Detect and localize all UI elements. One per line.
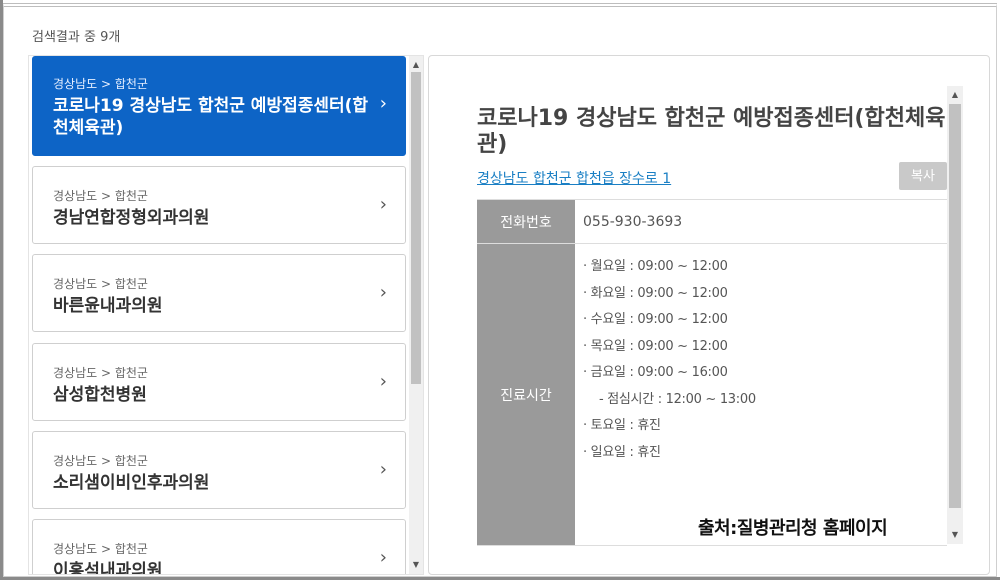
hours-line: · 토요일 : 휴진 — [583, 418, 661, 433]
hours-label: 진료시간 — [477, 244, 575, 545]
list-item-name: 코로나19 경상남도 합천군 예방접종센터(합천체육관) — [53, 96, 369, 138]
list-item-region: 경상남도 > 합천군 — [53, 277, 148, 291]
list-item-region: 경상남도 > 합천군 — [53, 189, 148, 203]
list-item[interactable]: 경상남도 > 합천군 경남연합정형외과의원 › — [32, 166, 406, 244]
scroll-down-arrow-icon[interactable]: ▼ — [409, 558, 423, 572]
list-item-name: 소리샘이비인후과의원 — [53, 473, 210, 493]
list-scrollbar-thumb[interactable] — [411, 72, 421, 384]
list-item-region: 경상남도 > 합천군 — [53, 454, 148, 468]
hours-line: · 금요일 : 09:00 ~ 16:00 — [583, 365, 728, 380]
chevron-right-icon: › — [379, 459, 387, 480]
hours-line-lunch: - 점심시간 : 12:00 ~ 13:00 — [599, 391, 756, 407]
list-item-name: 바른윤내과의원 — [53, 296, 163, 316]
scroll-up-arrow-icon[interactable]: ▲ — [409, 58, 423, 72]
info-table: 전화번호 055-930-3693 진료시간 · 월요일 : 09:00 ~ 1… — [477, 199, 947, 546]
detail-title: 코로나19 경상남도 합천군 예방접종센터(합천체육관) — [477, 106, 946, 157]
phone-label: 전화번호 — [477, 200, 575, 243]
phone-row: 전화번호 055-930-3693 — [477, 200, 947, 244]
hours-list: · 월요일 : 09:00 ~ 12:00 · 화요일 : 09:00 ~ 12… — [575, 244, 947, 545]
list-item-region: 경상남도 > 합천군 — [53, 366, 148, 380]
copy-button[interactable]: 복사 — [899, 162, 947, 190]
result-list: 경상남도 > 합천군 코로나19 경상남도 합천군 예방접종센터(합천체육관) … — [28, 55, 424, 575]
hours-row: 진료시간 · 월요일 : 09:00 ~ 12:00 · 화요일 : 09:00… — [477, 244, 947, 546]
chevron-right-icon: › — [379, 371, 387, 392]
chevron-right-icon: › — [379, 282, 387, 303]
list-item-region: 경상남도 > 합천군 — [53, 77, 148, 91]
list-item-name: 경남연합정형외과의원 — [53, 208, 210, 228]
list-item[interactable]: 경상남도 > 합천군 바른윤내과의원 › — [32, 254, 406, 332]
list-item[interactable]: 경상남도 > 합천군 코로나19 경상남도 합천군 예방접종센터(합천체육관) … — [32, 56, 406, 156]
list-item[interactable]: 경상남도 > 합천군 소리샘이비인후과의원 › — [32, 431, 406, 509]
detail-panel: 코로나19 경상남도 합천군 예방접종센터(합천체육관) 경상남도 합천군 합천… — [428, 55, 990, 575]
result-count: 검색결과 중 9개 — [32, 30, 121, 45]
detail-address-link[interactable]: 경상남도 합천군 합천읍 장수로 1 — [477, 168, 671, 188]
hours-line: · 일요일 : 휴진 — [583, 444, 661, 460]
list-scrollbar[interactable]: ▲ ▼ — [409, 56, 423, 574]
detail-scrollbar[interactable]: ▲ ▼ — [947, 86, 963, 544]
hours-line: · 목요일 : 09:00 ~ 12:00 — [583, 338, 728, 354]
list-item-name: 삼성합천병원 — [53, 385, 147, 405]
chevron-right-icon: › — [379, 547, 387, 568]
source-caption: 출처:질병관리청 홈페이지 — [698, 518, 888, 539]
chevron-right-icon: › — [379, 194, 387, 215]
scroll-down-arrow-icon[interactable]: ▼ — [947, 528, 963, 542]
list-item-name: 이홍석내과의원 — [53, 561, 163, 575]
list-item-region: 경상남도 > 합천군 — [53, 542, 148, 556]
hours-line: · 수요일 : 09:00 ~ 12:00 — [583, 312, 728, 327]
scroll-up-arrow-icon[interactable]: ▲ — [947, 88, 963, 102]
phone-value: 055-930-3693 — [583, 214, 683, 230]
chevron-right-icon: › — [379, 93, 387, 114]
list-item[interactable]: 경상남도 > 합천군 삼성합천병원 › — [32, 343, 406, 421]
hours-line: · 화요일 : 09:00 ~ 12:00 — [583, 285, 728, 301]
hours-line: · 월요일 : 09:00 ~ 12:00 — [583, 259, 728, 274]
detail-scrollbar-thumb[interactable] — [949, 104, 961, 508]
list-item[interactable]: 경상남도 > 합천군 이홍석내과의원 › — [32, 519, 406, 575]
